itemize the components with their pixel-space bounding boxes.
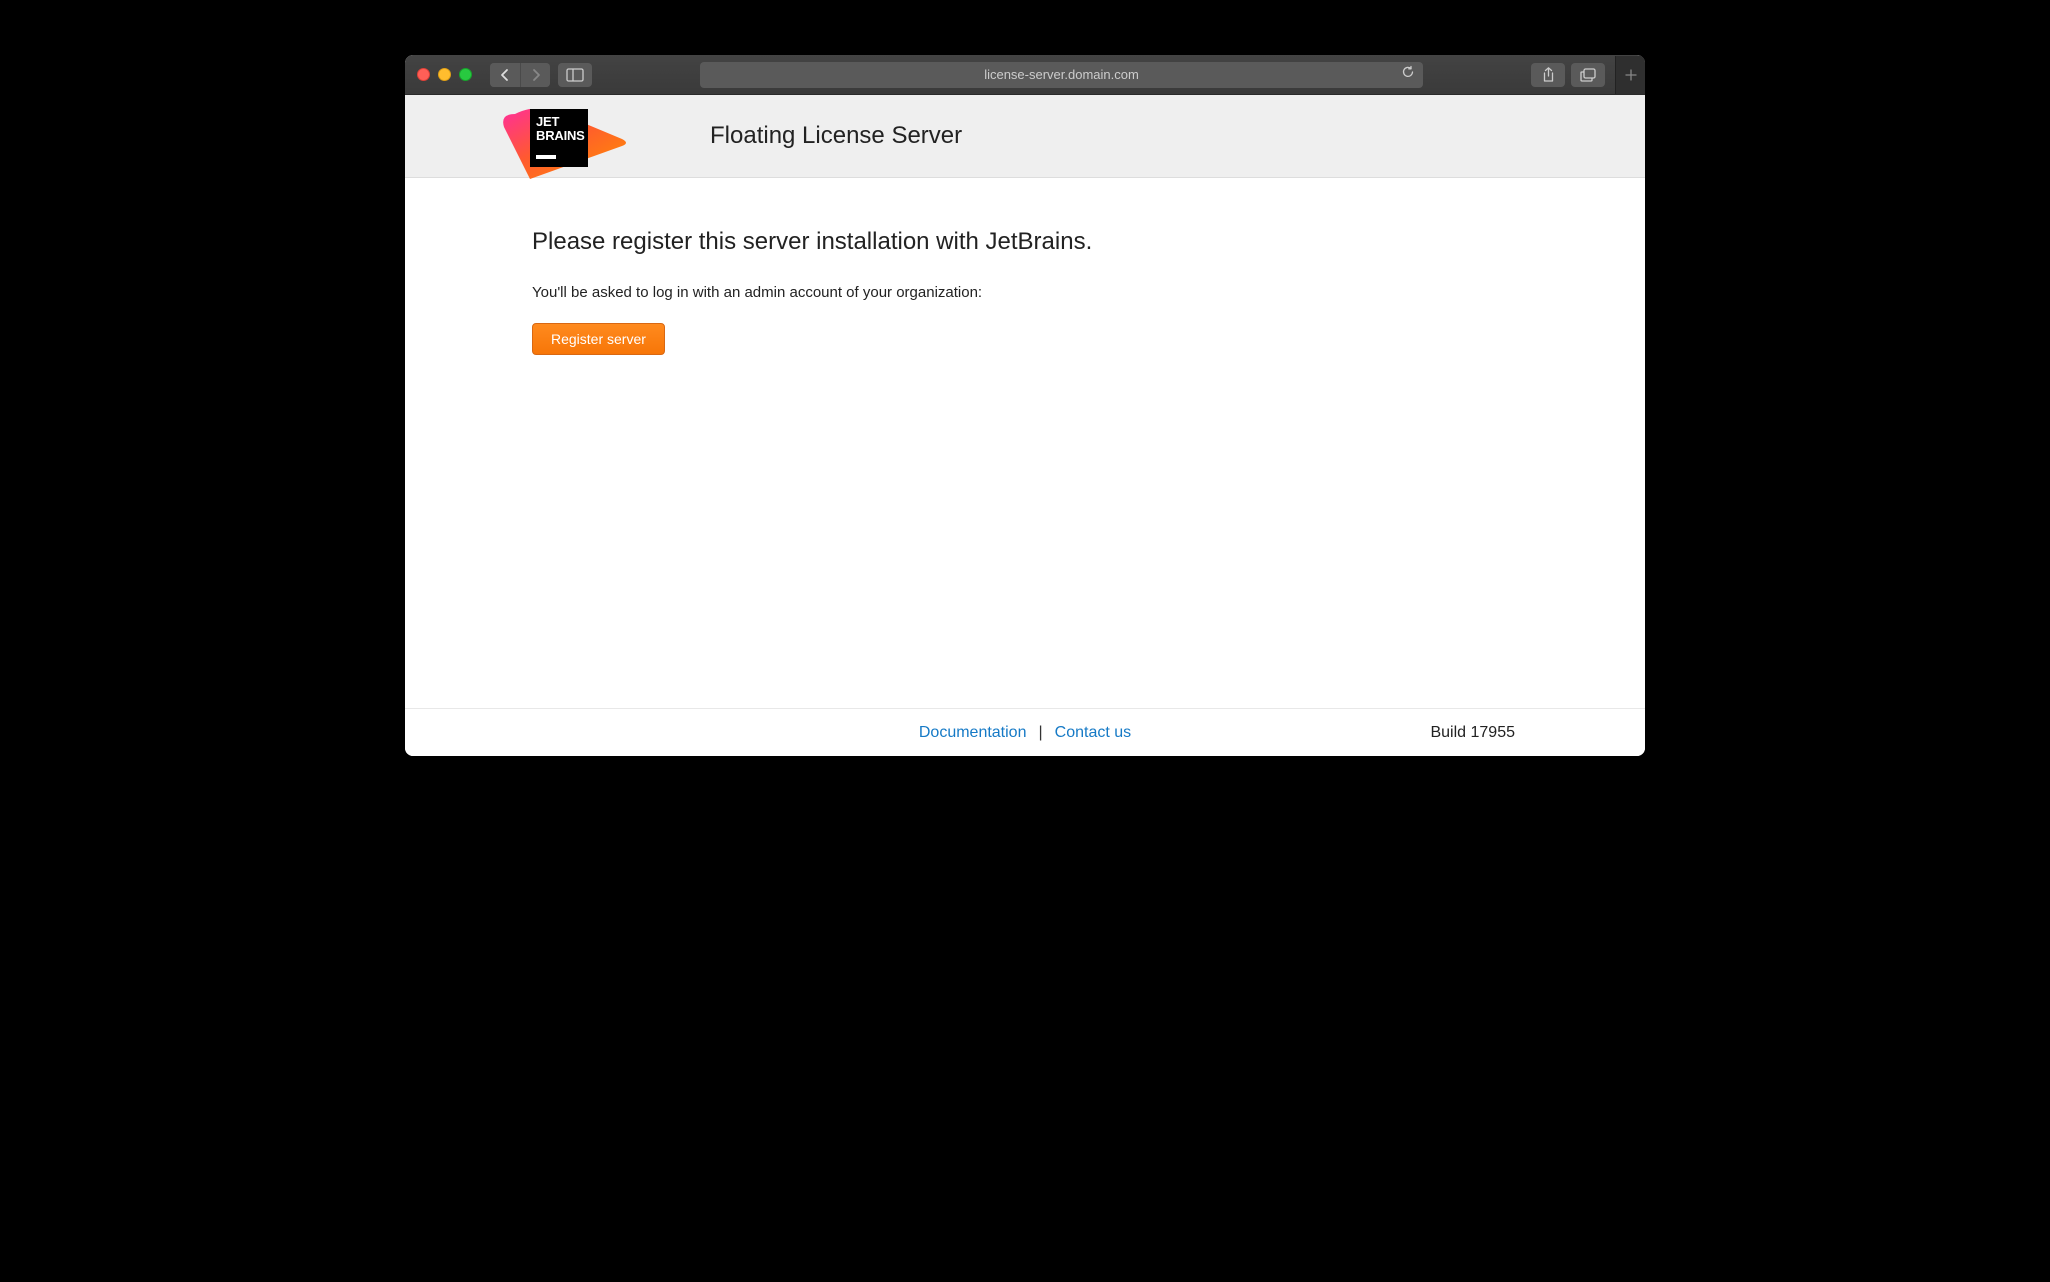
new-tab-button[interactable] xyxy=(1615,56,1645,94)
address-bar[interactable]: license-server.domain.com xyxy=(700,62,1423,88)
main-content: Please register this server installation… xyxy=(405,178,1645,708)
page-heading: Please register this server installation… xyxy=(532,228,1615,256)
plus-icon xyxy=(1624,68,1638,82)
browser-window: license-server.domain.com xyxy=(405,55,1645,756)
sidebar-icon xyxy=(566,68,584,82)
close-window-button[interactable] xyxy=(417,68,430,81)
documentation-link[interactable]: Documentation xyxy=(919,724,1027,742)
reload-icon xyxy=(1401,65,1415,79)
chevron-right-icon xyxy=(531,68,541,82)
jetbrains-logo: JET BRAINS xyxy=(500,101,620,171)
back-button[interactable] xyxy=(490,63,520,87)
footer-separator: | xyxy=(1038,724,1042,742)
browser-titlebar: license-server.domain.com xyxy=(405,55,1645,95)
maximize-window-button[interactable] xyxy=(459,68,472,81)
sidebar-toggle-button[interactable] xyxy=(558,63,592,87)
app-title: Floating License Server xyxy=(710,122,962,150)
page-subheading: You'll be asked to log in with an admin … xyxy=(532,284,1615,301)
right-toolbar xyxy=(1531,63,1633,87)
build-info: Build 17955 xyxy=(1430,724,1515,742)
window-controls xyxy=(417,68,472,81)
url-text: license-server.domain.com xyxy=(710,67,1413,82)
register-server-button[interactable]: Register server xyxy=(532,323,665,355)
share-button[interactable] xyxy=(1531,63,1565,87)
logo-box: JET BRAINS xyxy=(530,109,588,167)
share-icon xyxy=(1542,67,1555,83)
forward-button[interactable] xyxy=(520,63,550,87)
page-footer: Documentation | Contact us Build 17955 xyxy=(405,708,1645,756)
logo-underline xyxy=(536,155,556,159)
minimize-window-button[interactable] xyxy=(438,68,451,81)
chevron-left-icon xyxy=(500,68,510,82)
navigation-buttons xyxy=(490,63,550,87)
logo-text-line1: JET xyxy=(536,115,582,129)
footer-links: Documentation | Contact us xyxy=(919,724,1131,742)
tabs-icon xyxy=(1580,68,1596,82)
contact-link[interactable]: Contact us xyxy=(1055,724,1131,742)
logo-text-line2: BRAINS xyxy=(536,129,582,143)
tabs-button[interactable] xyxy=(1571,63,1605,87)
reload-button[interactable] xyxy=(1401,65,1415,84)
page-header: JET BRAINS Floating License Server xyxy=(405,95,1645,178)
